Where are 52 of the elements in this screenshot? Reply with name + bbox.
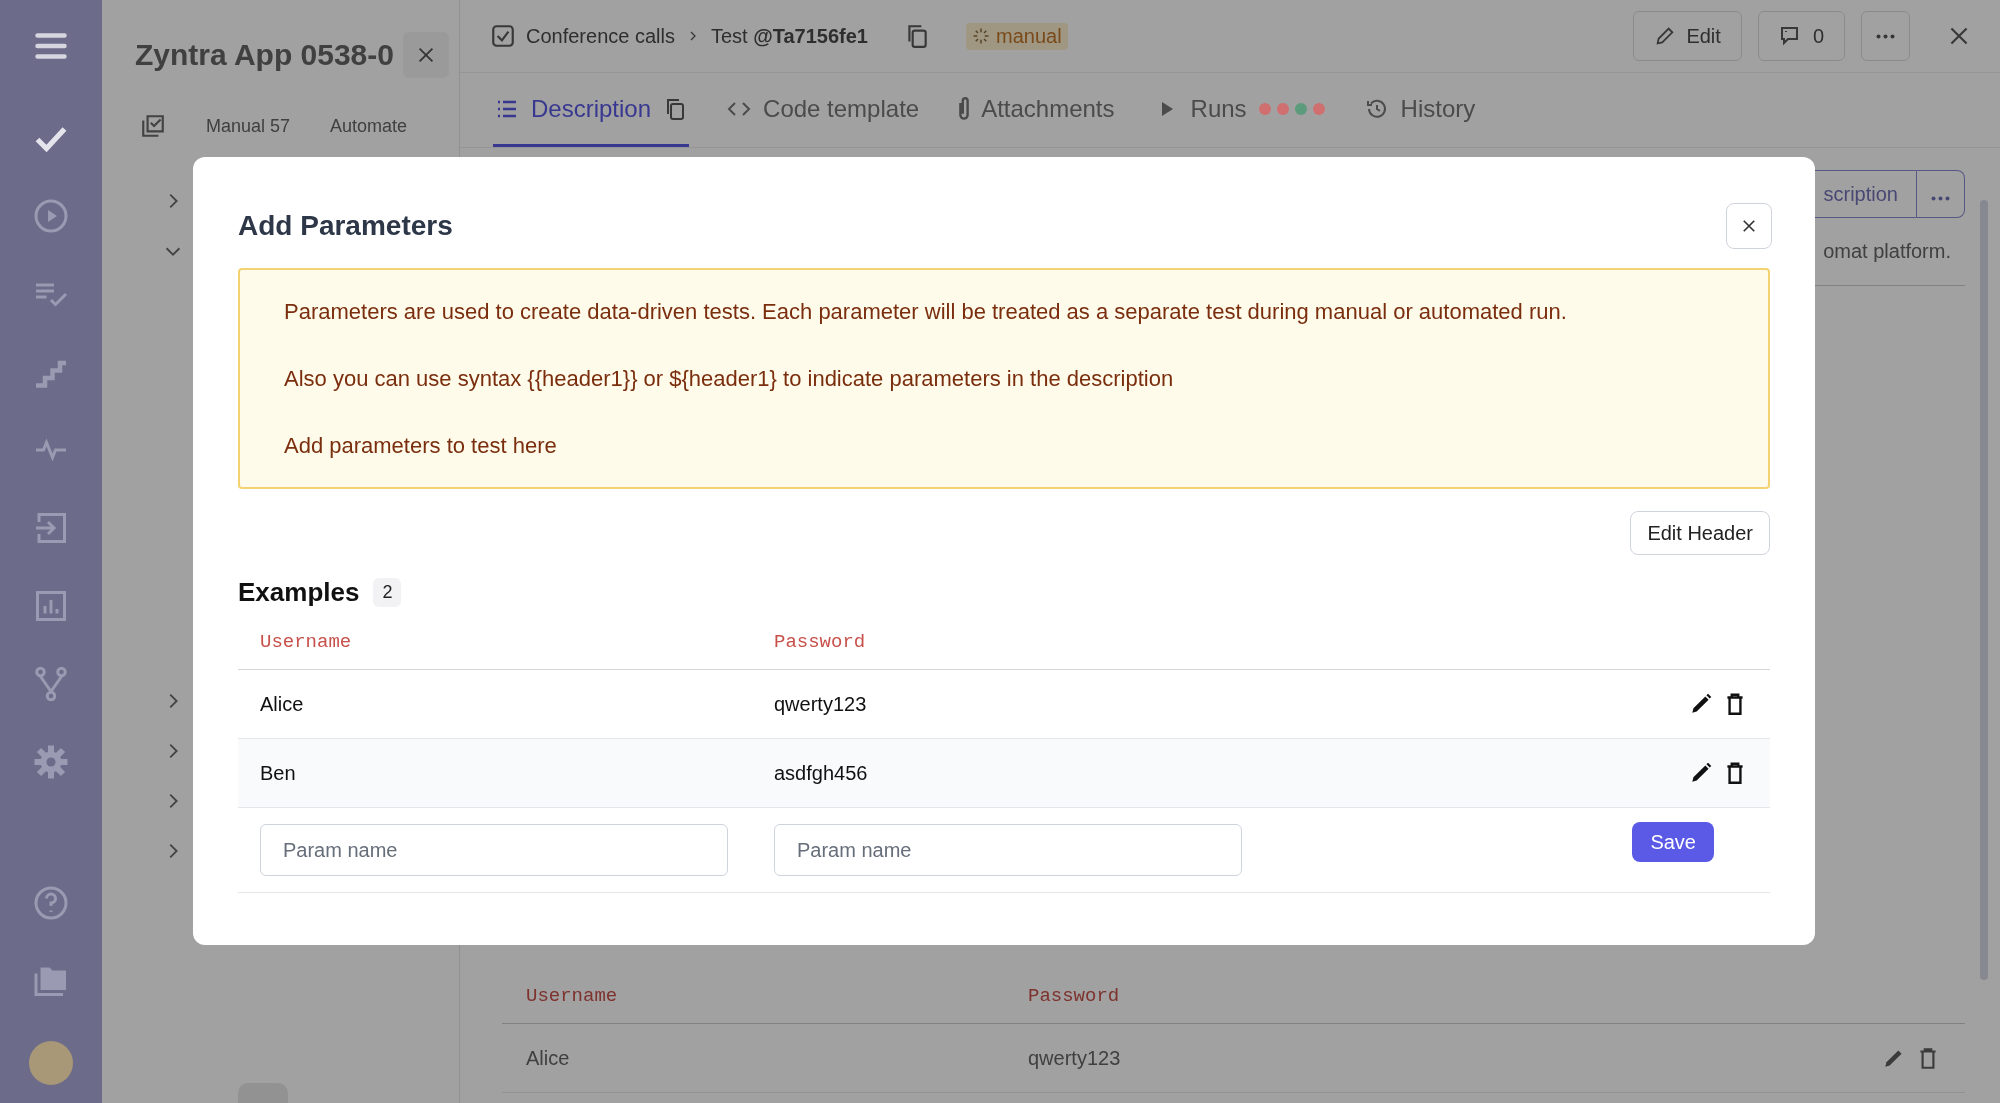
tab[interactable]: Description [493,73,690,147]
save-button[interactable]: Save [1632,822,1714,862]
description-text: omat platform. [1823,240,1951,263]
more-button[interactable] [1917,170,1965,218]
more-icon [1876,33,1895,39]
notice-text: Add parameters to test here [284,432,558,460]
count-badge: 2 [373,578,402,607]
tab[interactable]: Code template [725,73,922,147]
avatar[interactable] [29,1041,73,1085]
tab[interactable]: History [1362,73,1478,147]
test-id: Test @Ta7156fe1 [710,24,868,48]
settings-icon[interactable] [33,744,69,780]
comments-button[interactable]: 0 [1757,11,1845,61]
project-title: Zyntra App 0538-0 [135,38,394,72]
chart-icon[interactable] [33,588,69,624]
section-title: Examples [238,577,360,608]
notice-text: Also you can use syntax {{header1}} or ${header1} to indicate parameters in the description [284,365,1175,393]
input-field[interactable]: Param name [774,824,1242,876]
branch-icon[interactable] [33,666,69,702]
manual-badge: manual [966,22,1068,50]
dialog-title: Add Parameters [238,210,453,242]
tab[interactable]: Manual 57 [206,115,291,137]
edit-button[interactable]: Edit [1633,11,1742,61]
scrollbar[interactable] [1980,200,1988,980]
input-field[interactable]: Param name [260,824,728,876]
checkbox-icon [490,23,516,49]
table-cell-text: Ben [260,761,297,785]
table-cell-text: asdfgh456 [774,761,869,785]
close-button[interactable] [1726,203,1772,249]
tab[interactable]: Automate [330,115,408,137]
checklist-icon[interactable] [140,113,166,139]
notice-text: Parameters are used to create data-driven tests. Each parameter will be treated as a separate test during manual or automated run. [284,298,1568,326]
play-circle-icon[interactable] [33,198,69,234]
column-header: Password [774,630,867,653]
column-header: Password [1028,985,1121,1007]
import-icon[interactable] [33,510,69,546]
help-icon[interactable] [33,885,69,921]
table-cell-text: qwerty123 [1028,1046,1122,1070]
edit-header-button[interactable]: Edit Header [1630,511,1770,555]
tab[interactable]: Runs [1152,73,1327,147]
tab[interactable]: Attachments [957,73,1117,147]
breadcrumb-link[interactable]: Conference calls [526,24,675,48]
table-cell-text: Alice [260,692,305,716]
close-icon [1740,217,1758,235]
more-icon [1931,195,1950,201]
close-button[interactable] [403,32,449,78]
column-header: Username [260,630,353,653]
table-cell-text: Alice [526,1046,571,1070]
table-cell-text: qwerty123 [774,692,868,716]
paperclip-icon [959,96,970,121]
sparkle-icon [972,27,990,45]
column-header: Username [526,985,619,1007]
